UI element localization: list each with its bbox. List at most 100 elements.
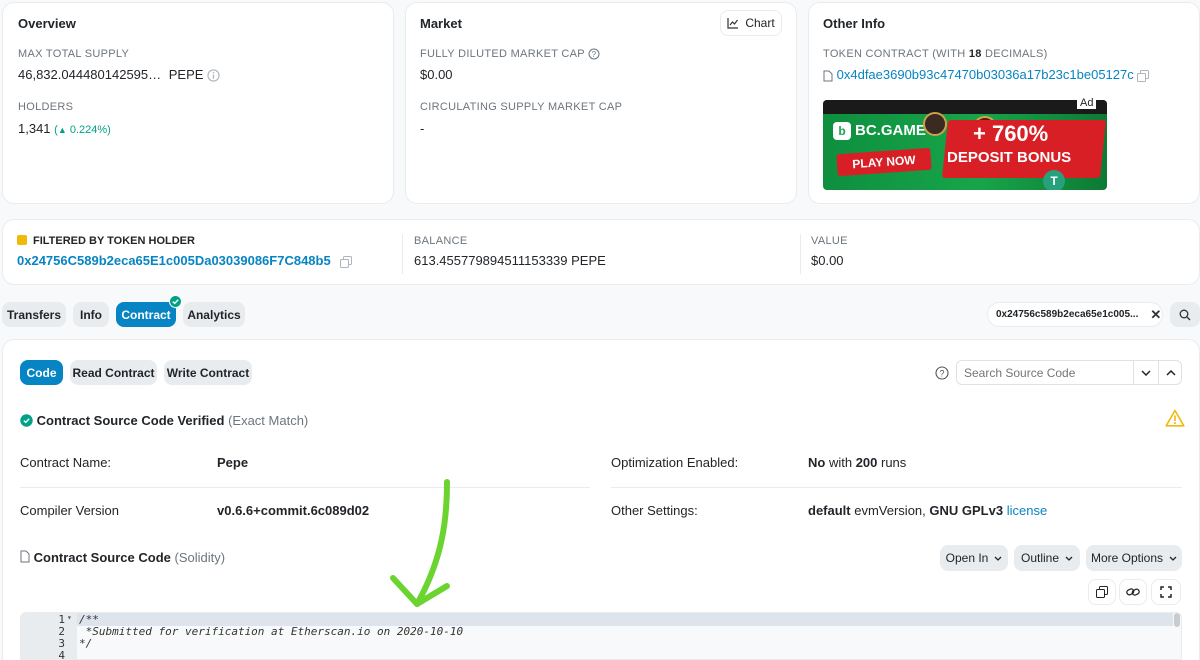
- optimization-enabled: No: [808, 455, 826, 470]
- source-code-lang: (Solidity): [174, 550, 226, 565]
- evm-version: default: [808, 503, 851, 518]
- ad-brand: b BC.GAME: [833, 122, 926, 140]
- chevron-down-icon: [994, 556, 1002, 561]
- chart-button-label: Chart: [745, 16, 775, 30]
- info-divider-right: [611, 487, 1182, 488]
- ad-banner[interactable]: b BC.GAME PLAY NOW + 760% DEPOSIT BONUS T: [823, 100, 1107, 190]
- copy-icon: [1096, 586, 1108, 598]
- token-contract-label-suffix: DECIMALS): [981, 48, 1048, 60]
- open-in-dropdown[interactable]: Open In: [940, 545, 1008, 571]
- csmc-label: CIRCULATING SUPPLY MARKET CAP: [420, 101, 623, 113]
- csmc-value: -: [420, 121, 425, 136]
- balance-value: 613.455779894511153339 PEPE: [414, 253, 606, 268]
- evm-version-suffix: evmVersion,: [850, 503, 930, 518]
- chart-icon: [727, 18, 739, 29]
- compiler-value: v0.6.6+commit.6c089d02: [217, 503, 370, 518]
- write-contract-button[interactable]: Write Contract: [164, 360, 252, 385]
- ad-dark-strip: [823, 100, 1107, 114]
- ad-bonus-text: DEPOSIT BONUS: [947, 149, 1072, 166]
- read-contract-button[interactable]: Read Contract: [70, 360, 157, 385]
- editor-scrollbar[interactable]: [1174, 613, 1180, 627]
- verified-check-icon: [169, 295, 182, 308]
- more-options-dropdown[interactable]: More Options: [1086, 545, 1182, 571]
- help-icon[interactable]: ?: [588, 48, 600, 60]
- max-supply-value: 46,832.044480142595… PEPE: [18, 67, 220, 82]
- open-in-label: Open In: [945, 551, 989, 565]
- fold-arrow-icon[interactable]: ▾: [67, 613, 72, 622]
- value-value: $0.00: [811, 253, 844, 268]
- compiler-label: Compiler Version: [20, 503, 119, 518]
- holders-value: 1,341 (▲ 0.224%): [18, 121, 111, 136]
- optimization-value: No with 200 runs: [808, 455, 906, 470]
- svg-text:?: ?: [592, 50, 597, 59]
- holders-change: (▲ 0.224%): [54, 124, 111, 136]
- filter-badge-icon: [17, 235, 27, 245]
- overview-title: Overview: [18, 16, 76, 31]
- line-number: 4: [58, 649, 65, 660]
- outline-dropdown[interactable]: Outline: [1014, 545, 1080, 571]
- tab-info[interactable]: Info: [73, 302, 109, 327]
- holder-filter-card: FILTERED BY TOKEN HOLDER 0x24756C589b2ec…: [2, 219, 1200, 285]
- warning-icon[interactable]: [1165, 409, 1185, 427]
- search-prev-button[interactable]: [1158, 361, 1182, 384]
- source-code-editor[interactable]: 1 ▾ 2 3 4 /** *Submitted for verificatio…: [20, 612, 1182, 660]
- fdmc-label: FULLY DILUTED MARKET CAP ?: [420, 48, 600, 60]
- other-info-card: Other Info TOKEN CONTRACT (WITH 18 DECIM…: [808, 2, 1200, 204]
- search-icon: [1179, 309, 1191, 320]
- optimization-runs: 200: [855, 455, 878, 470]
- tab-transfers[interactable]: Transfers: [2, 302, 66, 327]
- optimization-with: with: [825, 455, 856, 470]
- holders-change-value: 0.224%: [69, 124, 108, 136]
- close-icon[interactable]: ✕: [1150, 307, 1161, 323]
- info-divider-left: [20, 487, 590, 488]
- search-next-button[interactable]: [1133, 361, 1158, 384]
- check-circle-icon: [20, 414, 33, 427]
- max-supply-label: MAX TOTAL SUPPLY: [18, 48, 130, 60]
- copy-source-button[interactable]: [1088, 579, 1116, 605]
- overview-card: Overview MAX TOTAL SUPPLY 46,832.0444801…: [2, 2, 394, 204]
- max-supply-unit: PEPE: [168, 67, 204, 82]
- contract-name-value: Pepe: [217, 455, 249, 470]
- ad-chips-image: [923, 112, 947, 136]
- code-line: */: [79, 637, 93, 650]
- ad-bonus-pct: + 760%: [973, 121, 1049, 146]
- filter-label: FILTERED BY TOKEN HOLDER: [33, 235, 195, 247]
- ad-badge: Ad: [1077, 97, 1097, 109]
- chart-button[interactable]: Chart: [720, 10, 782, 36]
- ad-coin-icon: T: [1043, 170, 1065, 190]
- source-search-input[interactable]: [957, 361, 1133, 384]
- other-settings-value: default evmVersion, GNU GPLv3 license: [808, 503, 1047, 518]
- filter-label-row: FILTERED BY TOKEN HOLDER: [17, 235, 195, 247]
- tab-contract[interactable]: Contract: [116, 302, 176, 327]
- other-info-title: Other Info: [823, 16, 886, 31]
- token-contract-label: TOKEN CONTRACT (WITH 18 DECIMALS): [823, 48, 1048, 60]
- contract-name-label: Contract Name:: [20, 455, 112, 470]
- chevron-up-icon: [1165, 369, 1176, 376]
- market-title: Market: [420, 16, 462, 31]
- link-button[interactable]: [1119, 579, 1147, 605]
- market-card: Market Chart FULLY DILUTED MARKET CAP ? …: [405, 2, 797, 204]
- license-name: GNU GPLv3: [929, 503, 1004, 518]
- optimization-runs-unit: runs: [877, 455, 907, 470]
- file-icon: [20, 550, 30, 563]
- fullscreen-button[interactable]: [1151, 579, 1181, 605]
- code-button[interactable]: Code: [20, 360, 63, 385]
- verified-note: (Exact Match): [228, 413, 309, 428]
- max-supply-number: 46,832.044480142595…: [18, 67, 162, 82]
- search-button[interactable]: [1170, 302, 1200, 327]
- filter-address-link[interactable]: 0x24756C589b2eca65E1c005Da03039086F7C848…: [17, 253, 331, 268]
- link-icon: [1126, 588, 1140, 596]
- address-chip-text: 0x24756c589b2eca65e1c005...: [996, 309, 1139, 320]
- fdmc-value: $0.00: [420, 67, 453, 82]
- copy-icon[interactable]: [1137, 69, 1150, 82]
- tab-analytics[interactable]: Analytics: [183, 302, 245, 327]
- info-icon[interactable]: [207, 69, 220, 82]
- token-contract-link[interactable]: 0x4dfae3690b93c47470b03036a17b23c1be0512…: [837, 67, 1134, 82]
- help-icon[interactable]: ?: [935, 366, 949, 380]
- file-icon: [823, 70, 833, 82]
- copy-icon[interactable]: [340, 255, 353, 268]
- address-filter-chip[interactable]: 0x24756c589b2eca65e1c005... ✕: [987, 302, 1163, 327]
- token-decimals: 18: [968, 48, 982, 60]
- license-link[interactable]: license: [1007, 503, 1047, 518]
- value-divider: [800, 234, 801, 274]
